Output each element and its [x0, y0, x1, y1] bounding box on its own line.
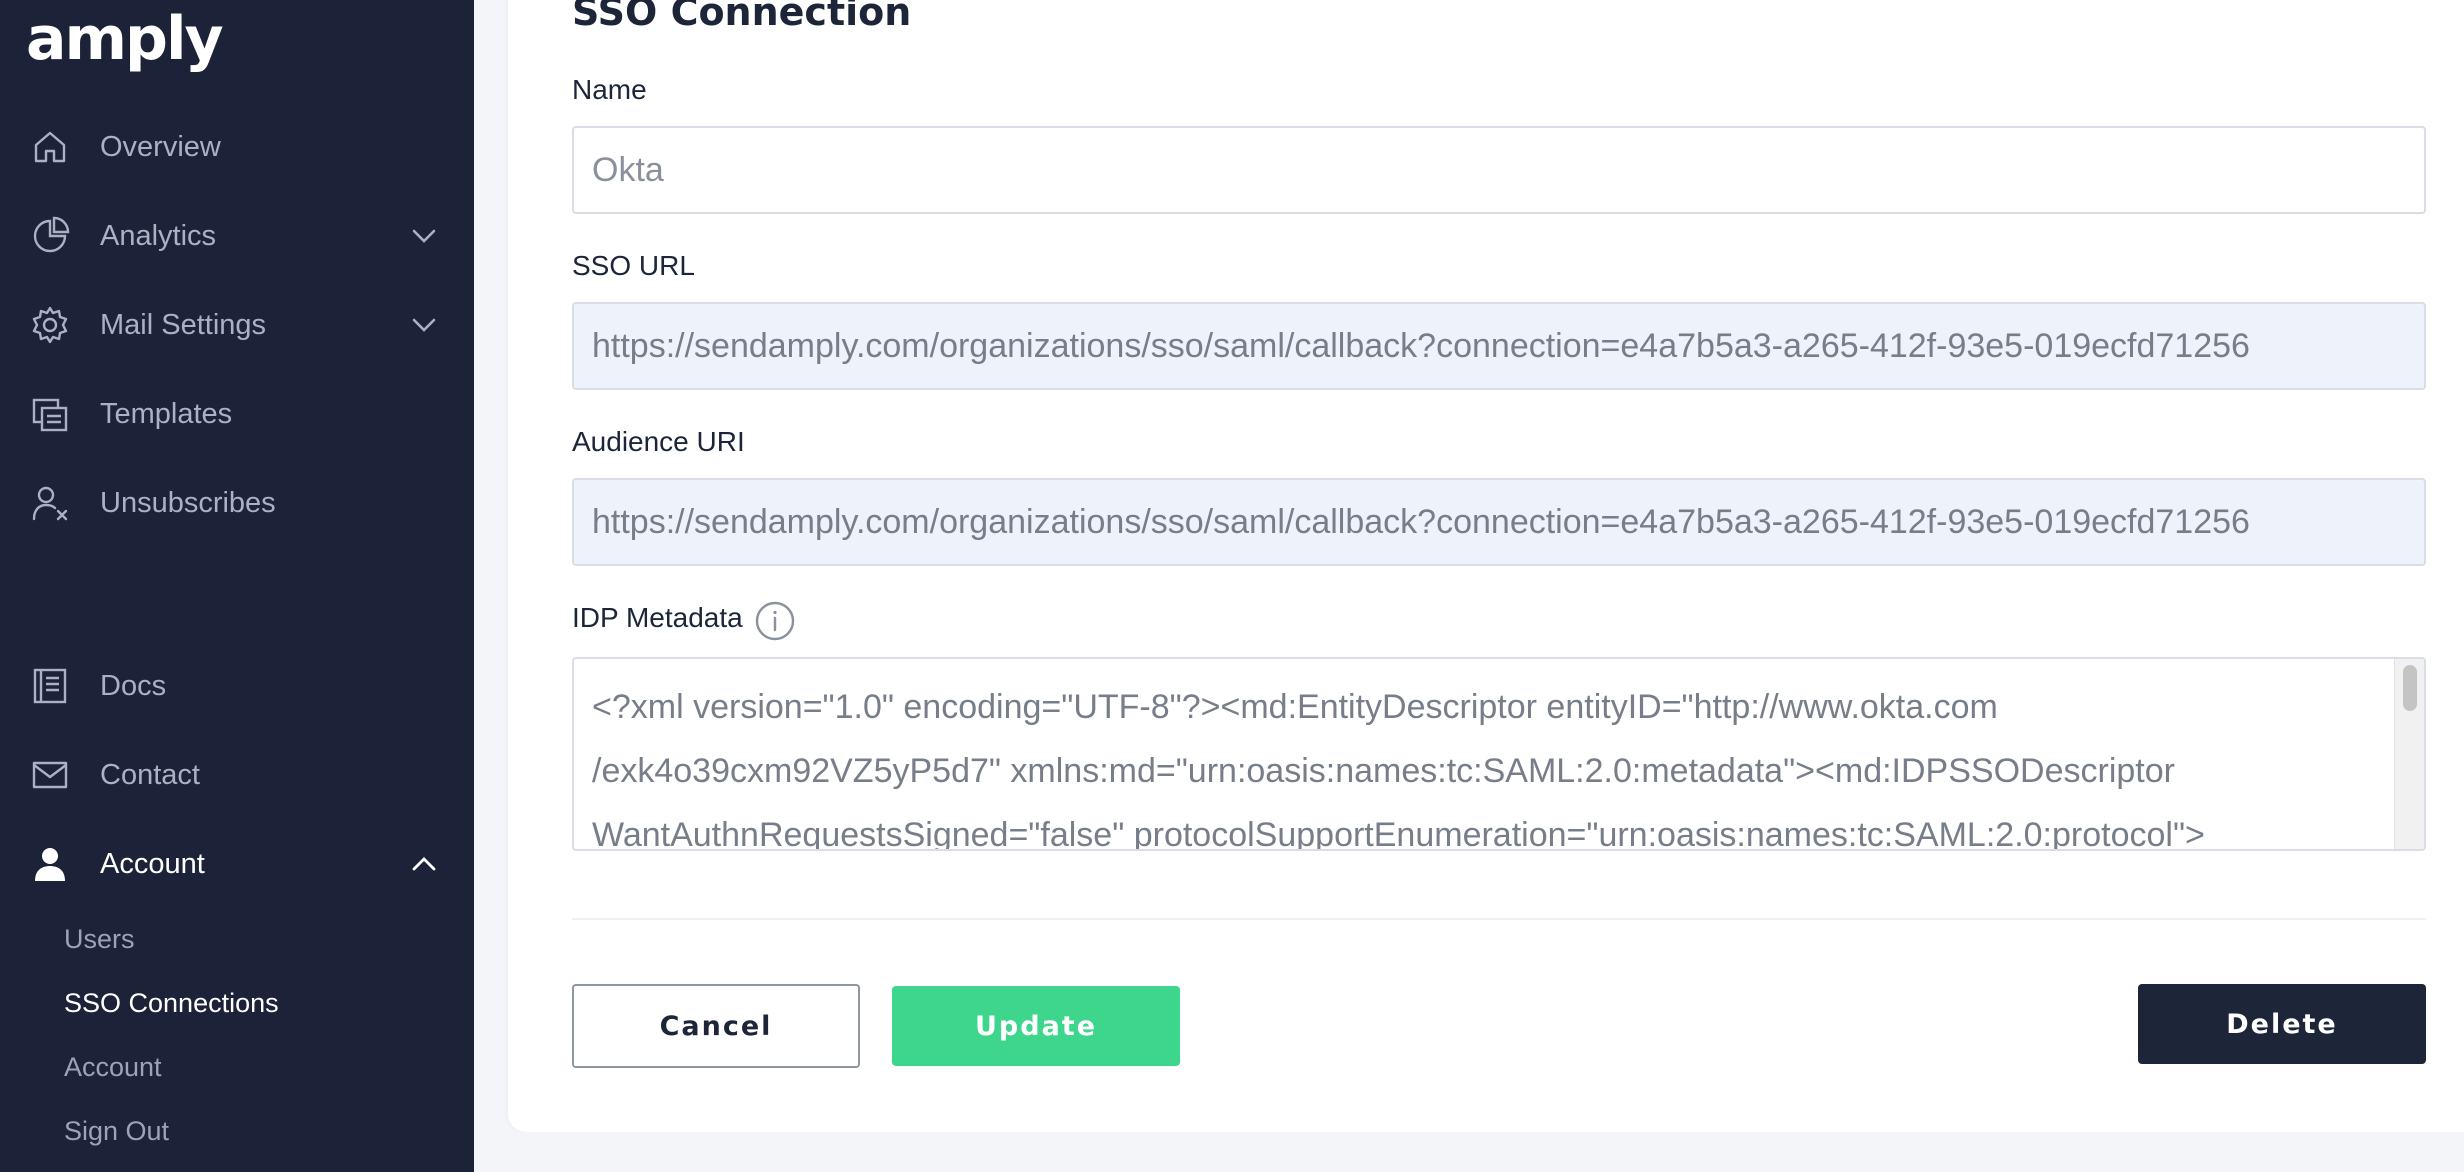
user-icon	[30, 844, 70, 884]
mail-icon	[30, 755, 70, 795]
sidebar: amply Overview Analytics Mail Settings T…	[0, 0, 474, 1172]
sidebar-item-contact[interactable]: Contact	[0, 740, 474, 810]
sidebar-item-account[interactable]: Account	[0, 829, 474, 899]
sso-url-label: SSO URL	[572, 250, 695, 281]
book-icon	[30, 666, 70, 706]
scrollbar-thumb[interactable]	[2403, 665, 2417, 711]
sidebar-item-overview[interactable]: Overview	[0, 112, 474, 182]
update-button[interactable]: Update	[892, 986, 1180, 1066]
sso-url-field[interactable]: https://sendamply.com/organizations/sso/…	[572, 302, 2426, 390]
page-background	[508, 1132, 2464, 1172]
audience-uri-label: Audience URI	[572, 426, 745, 457]
audience-uri-field[interactable]: https://sendamply.com/organizations/sso/…	[572, 478, 2426, 566]
page-title: SSO Connection	[572, 0, 912, 34]
sidebar-subitem-sso-connections[interactable]: SSO Connections	[64, 988, 279, 1019]
name-input[interactable]: Okta	[572, 126, 2426, 214]
sidebar-item-label: Docs	[100, 669, 167, 702]
sidebar-item-unsubscribes[interactable]: Unsubscribes	[0, 468, 474, 538]
cancel-button[interactable]: Cancel	[572, 984, 860, 1068]
sidebar-item-label: Mail Settings	[100, 308, 267, 341]
sidebar-item-label: Unsubscribes	[100, 486, 276, 519]
sidebar-item-label: Analytics	[100, 219, 217, 252]
app-logo[interactable]: amply	[26, 4, 224, 74]
textarea-scrollbar[interactable]	[2394, 659, 2424, 849]
sidebar-item-docs[interactable]: Docs	[0, 651, 474, 721]
sidebar-subitem-sign-out[interactable]: Sign Out	[64, 1116, 169, 1147]
home-icon	[30, 127, 70, 167]
chevron-up-icon[interactable]	[404, 844, 444, 884]
chevron-down-icon[interactable]	[404, 305, 444, 345]
sidebar-subitem-users[interactable]: Users	[64, 924, 135, 955]
sidebar-item-label: Templates	[100, 397, 233, 430]
pie-chart-icon	[30, 216, 70, 256]
templates-icon	[30, 394, 70, 434]
sidebar-item-templates[interactable]: Templates	[0, 379, 474, 449]
chevron-down-icon[interactable]	[404, 216, 444, 256]
idp-metadata-text: <?xml version="1.0" encoding="UTF-8"?><m…	[592, 688, 2205, 851]
gear-icon	[30, 305, 70, 345]
delete-button[interactable]: Delete	[2138, 984, 2426, 1064]
sidebar-item-label: Account	[100, 847, 205, 880]
sidebar-item-analytics[interactable]: Analytics	[0, 201, 474, 271]
user-x-icon	[30, 483, 70, 523]
idp-metadata-textarea[interactable]: <?xml version="1.0" encoding="UTF-8"?><m…	[572, 657, 2426, 851]
idp-metadata-label: IDP Metadata	[572, 602, 743, 633]
sidebar-item-label: Overview	[100, 130, 221, 163]
sidebar-item-mail-settings[interactable]: Mail Settings	[0, 290, 474, 360]
sidebar-item-label: Contact	[100, 758, 200, 791]
name-label: Name	[572, 74, 647, 105]
divider	[572, 918, 2426, 920]
sidebar-subitem-account[interactable]: Account	[64, 1052, 162, 1083]
info-icon[interactable]	[754, 600, 796, 642]
